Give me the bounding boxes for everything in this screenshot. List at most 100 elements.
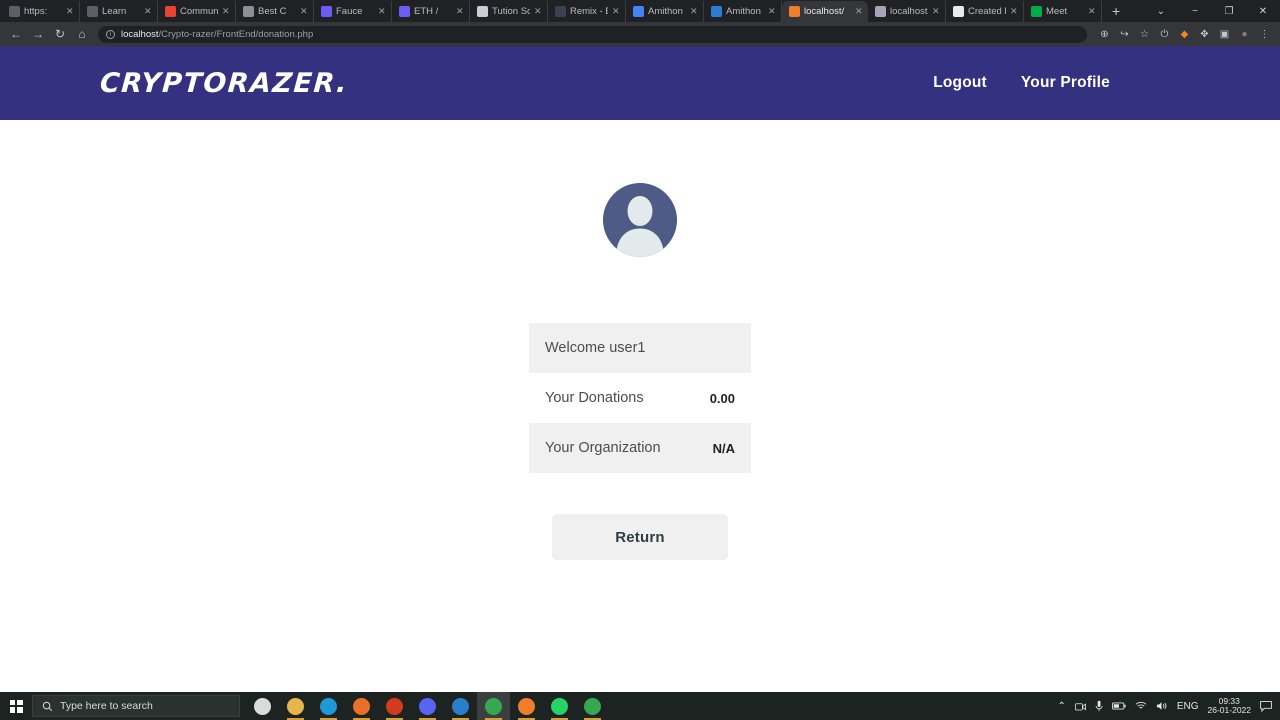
taskbar-search-input[interactable]: Type here to search [32, 695, 240, 717]
wifi-icon[interactable] [1135, 701, 1147, 711]
back-button[interactable]: ← [6, 24, 26, 44]
browser-tab[interactable]: localhost ✕ [868, 1, 946, 22]
browser-tab[interactable]: https: ✕ [2, 1, 80, 22]
ethereum-icon [399, 6, 410, 17]
file-explorer-icon-glyph [287, 697, 304, 715]
browser-tab-title: Best C [258, 6, 287, 17]
browser-window: https: ✕ Learn ✕ Communi ✕ Best C ✕ Fauce ✕ ETH / ✕… [0, 0, 1280, 692]
address-bar[interactable]: i localhost/Crypto-razer/FrontEnd/donati… [98, 25, 1087, 43]
metamask-icon [243, 6, 254, 17]
browser-tab-title: ETH / [414, 6, 439, 17]
browser-tab[interactable]: Fauce ✕ [314, 1, 392, 22]
tab-close-icon[interactable]: ✕ [690, 7, 698, 16]
camera-icon[interactable] [1074, 702, 1086, 711]
nav-link-your-profile[interactable]: Your Profile [1021, 74, 1110, 92]
share-icon[interactable]: ↪ [1115, 25, 1134, 44]
browser-tab[interactable]: Amithon ✕ [626, 1, 704, 22]
windows-start-icon[interactable] [0, 692, 32, 720]
system-tray: ⌃ ENG 09:33 26-01-2022 [1057, 692, 1280, 720]
new-tab-button[interactable]: + [1104, 1, 1128, 22]
tab-close-icon[interactable]: ✕ [222, 7, 230, 16]
tab-close-icon[interactable]: ✕ [932, 7, 940, 16]
organization-value: N/A [712, 440, 735, 456]
bookmark-star-icon[interactable]: ☆ [1135, 25, 1154, 44]
browser-tab[interactable]: Learn ✕ [80, 1, 158, 22]
taskbar-clock[interactable]: 09:33 26-01-2022 [1208, 696, 1251, 716]
browser-tab[interactable]: Remix - E ✕ [548, 1, 626, 22]
home-button[interactable]: ⌂ [72, 24, 92, 44]
drive-doc-icon [711, 6, 722, 17]
url-path: /Crypto-razer/FrontEnd/donation.php [158, 28, 314, 40]
browser-tab[interactable]: Amithon ✕ [704, 1, 782, 22]
gmail-icon [165, 6, 176, 17]
task-view-icon[interactable] [246, 692, 279, 720]
discord-icon[interactable] [411, 692, 444, 720]
browser-tab-title: https: [24, 6, 48, 17]
brave-browser-icon-glyph [386, 697, 403, 715]
tab-close-icon[interactable]: ✕ [456, 7, 464, 16]
whatsapp-icon[interactable] [543, 692, 576, 720]
browser-tab[interactable]: Meet ✕ [1024, 1, 1102, 22]
browser-tab-title: Meet [1046, 6, 1068, 17]
profile-avatar-icon[interactable]: ● [1235, 25, 1254, 44]
notifications-icon[interactable] [1260, 700, 1272, 712]
forward-button[interactable]: → [28, 24, 48, 44]
browser-tab[interactable]: Communi ✕ [158, 1, 236, 22]
tab-close-icon[interactable]: ✕ [612, 7, 620, 16]
tab-close-icon[interactable]: ✕ [1088, 7, 1096, 16]
volume-icon[interactable] [1156, 701, 1168, 711]
battery-icon[interactable] [1111, 702, 1126, 710]
tab-close-icon[interactable]: ✕ [378, 7, 386, 16]
file-explorer-icon[interactable] [279, 692, 312, 720]
microsoft-edge-icon[interactable] [312, 692, 345, 720]
profile-section: Welcome user1 Your Donations 0.00 Your O… [0, 120, 1280, 560]
site-info-icon[interactable]: i [106, 29, 115, 39]
welcome-label: Welcome user1 [545, 340, 646, 356]
tray-overflow-icon[interactable]: ⌃ [1057, 701, 1065, 712]
minimize-button[interactable]: − [1178, 0, 1212, 22]
return-button[interactable]: Return [552, 514, 728, 560]
browser-tab[interactable]: Tution Sc ✕ [470, 1, 548, 22]
info-row-welcome: Welcome user1 [529, 323, 751, 373]
tab-search-button[interactable]: ⌄ [1144, 0, 1178, 22]
xampp-icon[interactable] [510, 692, 543, 720]
power-extension-icon[interactable]: ⏻ [1155, 25, 1174, 44]
whatsapp-icon-glyph [551, 697, 568, 715]
zoom-icon[interactable]: ⊕ [1095, 25, 1114, 44]
google-chrome-icon-2[interactable] [576, 692, 609, 720]
firefox-icon[interactable] [345, 692, 378, 720]
vs-code-icon[interactable] [444, 692, 477, 720]
browser-tab-title: localhost [890, 6, 928, 17]
maximize-button[interactable]: ❐ [1212, 0, 1246, 22]
tab-close-icon[interactable]: ✕ [534, 7, 542, 16]
shield-icon [477, 6, 488, 17]
docs-icon [633, 6, 644, 17]
reload-button[interactable]: ↻ [50, 24, 70, 44]
chrome-menu-icon[interactable]: ⋮ [1255, 25, 1274, 44]
nav-link-logout[interactable]: Logout [933, 74, 987, 92]
tab-close-icon[interactable]: ✕ [300, 7, 308, 16]
microphone-icon[interactable] [1095, 700, 1103, 712]
tab-close-icon[interactable]: ✕ [66, 7, 74, 16]
brave-browser-icon[interactable] [378, 692, 411, 720]
donations-label: Your Donations [545, 390, 644, 406]
windows-taskbar: Type here to search ⌃ ENG 09:33 26-01-20… [0, 692, 1280, 720]
search-icon [42, 701, 53, 711]
page-content: CRYPTORAZER. Logout Your Profile Welcome… [0, 46, 1280, 692]
site-logo[interactable]: CRYPTORAZER. [99, 68, 349, 99]
tab-close-icon[interactable]: ✕ [855, 7, 863, 16]
google-chrome-icon[interactable] [477, 692, 510, 720]
sidebar-icon[interactable]: ▣ [1215, 25, 1234, 44]
extensions-puzzle-icon[interactable]: ✥ [1195, 25, 1214, 44]
browser-tab-title: Learn [102, 6, 127, 17]
browser-tab[interactable]: ETH / ✕ [392, 1, 470, 22]
close-window-button[interactable]: ✕ [1246, 0, 1280, 22]
browser-tab[interactable]: localhost/ ✕ [782, 1, 868, 22]
tab-close-icon[interactable]: ✕ [1010, 7, 1018, 16]
metamask-extension-icon[interactable]: ◆ [1175, 25, 1194, 44]
tab-close-icon[interactable]: ✕ [144, 7, 152, 16]
language-indicator[interactable]: ENG [1177, 701, 1199, 712]
browser-tab[interactable]: Created F ✕ [946, 1, 1024, 22]
browser-tab[interactable]: Best C ✕ [236, 1, 314, 22]
tab-close-icon[interactable]: ✕ [768, 7, 776, 16]
